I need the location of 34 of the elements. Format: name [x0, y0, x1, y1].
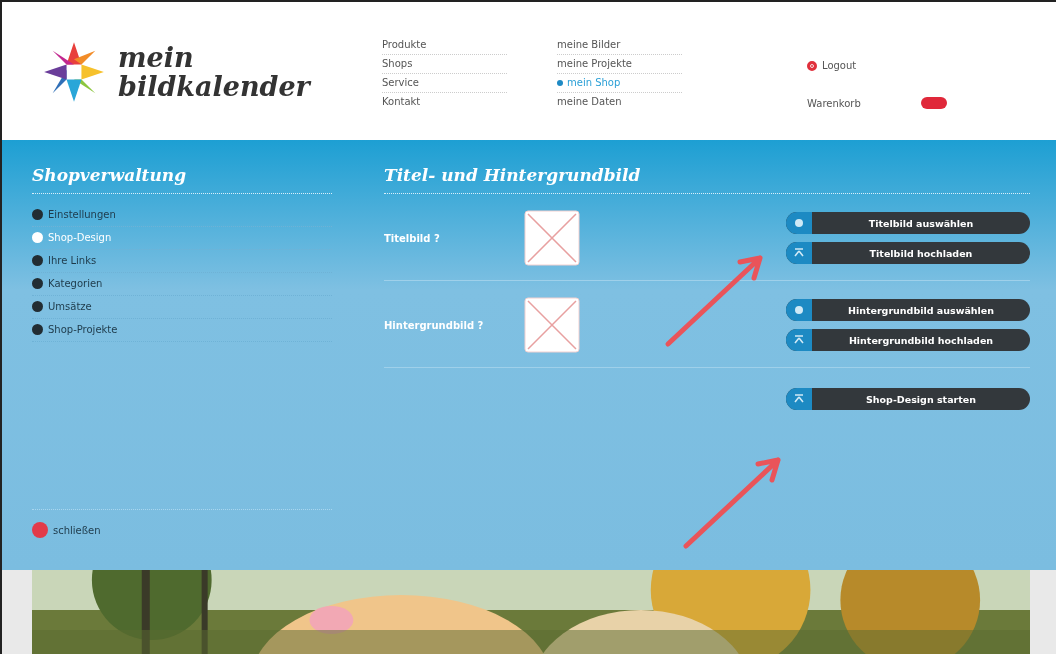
logo-text: bildkalender [118, 72, 310, 101]
circle-icon [794, 305, 804, 315]
circle-icon [794, 218, 804, 228]
sidebar-item[interactable]: Ihre Links [32, 250, 332, 273]
nav-link[interactable]: meine Daten [557, 93, 682, 111]
close-link[interactable]: schließen [32, 522, 332, 538]
nav-link[interactable]: Produkte [382, 36, 507, 55]
action-button[interactable]: Titelbild auswählen [786, 212, 1030, 234]
image-placeholder-icon [524, 297, 580, 353]
logout-link[interactable]: Logout [807, 60, 947, 71]
action-button[interactable]: Titelbild hochladen [786, 242, 1030, 264]
start-button[interactable]: Shop-Design starten [786, 388, 1030, 410]
action-button[interactable]: Hintergrundbild hochladen [786, 329, 1030, 351]
upload-icon [794, 394, 804, 404]
logo-text: mein [118, 43, 195, 72]
image-label: Hintergrundbild ? [384, 319, 485, 331]
nav-link[interactable]: meine Bilder [557, 36, 682, 55]
sidebar-item[interactable]: Shop-Projekte [32, 319, 332, 342]
cart-badge-icon [920, 97, 947, 109]
sidebar-title: Shopverwaltung [32, 165, 332, 194]
sidebar-item[interactable]: Kategorien [32, 273, 332, 296]
upload-icon [794, 335, 804, 345]
image-label: Titelbild ? [384, 232, 441, 244]
image-placeholder-icon [524, 210, 580, 266]
sidebar-item[interactable]: Umsätze [32, 296, 332, 319]
nav-link[interactable]: Kontakt [382, 93, 507, 111]
nav-link[interactable]: Service [382, 74, 507, 93]
section-title: Titel- und Hintergrundbild [384, 165, 1030, 194]
action-button[interactable]: Hintergrundbild auswählen [786, 299, 1030, 321]
cart-link[interactable]: Warenkorb [807, 97, 861, 109]
nav-link[interactable]: Shops [382, 55, 507, 74]
nav-link[interactable]: meine Projekte [557, 55, 682, 74]
sidebar-item[interactable]: Einstellungen [32, 204, 332, 227]
upload-icon [794, 248, 804, 258]
